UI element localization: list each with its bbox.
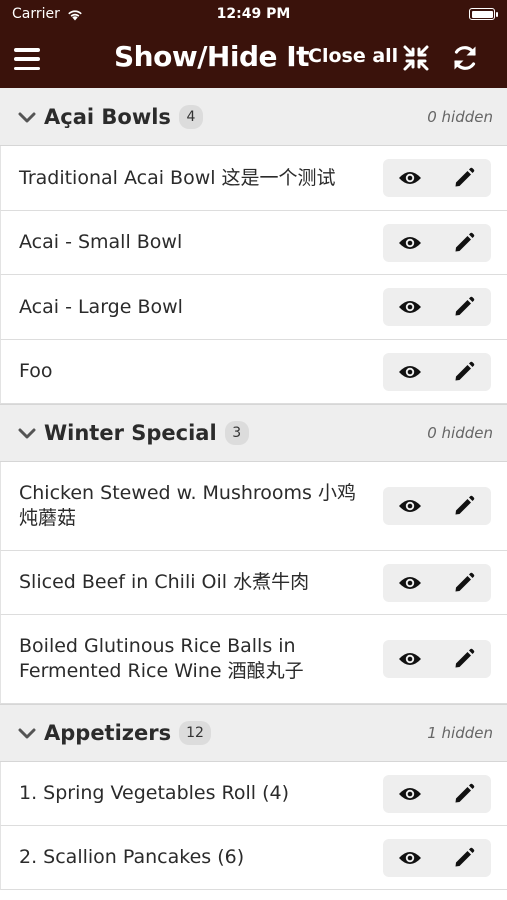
menu-icon[interactable]: [14, 48, 40, 70]
pencil-icon[interactable]: [451, 845, 477, 871]
item-label: Foo: [19, 360, 53, 382]
pencil-icon[interactable]: [451, 646, 477, 672]
status-left: Carrier: [12, 6, 84, 22]
pencil-icon[interactable]: [451, 230, 477, 256]
page-title: Show/Hide It: [114, 40, 310, 73]
count-badge: 4: [178, 104, 203, 129]
eye-icon[interactable]: [397, 165, 423, 191]
hidden-count: 0 hidden: [427, 107, 493, 126]
list-item: Acai - Large Bowl: [0, 275, 507, 340]
item-label: 1. Spring Vegetables Roll (4): [19, 782, 290, 804]
item-actions: [383, 640, 491, 678]
item-label: Acai - Small Bowl: [19, 231, 183, 253]
eye-icon[interactable]: [397, 781, 423, 807]
section-title: Winter Special: [44, 421, 217, 445]
item-actions: [383, 159, 491, 197]
item-label: Acai - Large Bowl: [19, 295, 183, 318]
count-badge: 3: [224, 421, 249, 445]
list-item: Boiled Glutinous Rice Balls in Fermented…: [0, 615, 507, 704]
eye-icon[interactable]: [397, 646, 423, 672]
section-header-appetizers[interactable]: Appetizers 12 1 hidden: [0, 704, 507, 762]
carrier-label: Carrier: [12, 6, 60, 22]
close-all-button[interactable]: Close all: [308, 45, 398, 67]
item-actions: [383, 838, 491, 877]
item-label: Boiled Glutinous Rice Balls in Fermented…: [19, 635, 304, 682]
section-title: Appetizers: [44, 721, 172, 745]
item-actions: [383, 487, 491, 525]
nav-bar: Show/Hide It Close all: [0, 28, 507, 88]
eye-icon[interactable]: [397, 570, 423, 596]
item-actions: [383, 352, 491, 391]
item-actions: [383, 774, 491, 813]
refresh-icon[interactable]: [450, 43, 480, 73]
collapse-arrows-icon[interactable]: [402, 44, 430, 72]
pencil-icon[interactable]: [451, 359, 477, 385]
item-actions: [383, 563, 491, 602]
list-item: 2. Scallion Pancakes (6): [0, 826, 507, 890]
menu-list[interactable]: Açai Bowls 4 0 hidden Traditional Acai B…: [0, 88, 507, 900]
item-label: Traditional Acai Bowl 这是一个测试: [19, 166, 336, 189]
eye-icon[interactable]: [397, 359, 423, 385]
pencil-icon[interactable]: [451, 294, 477, 320]
battery-icon: [469, 8, 498, 20]
chevron-down-icon: [18, 728, 36, 739]
list-item: Foo: [0, 340, 507, 404]
status-time: 12:49 PM: [216, 6, 291, 22]
list-item: Acai - Small Bowl: [0, 211, 507, 275]
item-actions: [383, 223, 491, 262]
item-actions: [383, 288, 491, 326]
pencil-icon[interactable]: [451, 570, 477, 596]
count-badge: 12: [179, 721, 211, 745]
item-label: Sliced Beef in Chili Oil 水煮牛肉: [19, 571, 310, 593]
status-bar: Carrier 12:49 PM: [0, 0, 507, 28]
eye-icon[interactable]: [397, 294, 423, 320]
pencil-icon[interactable]: [451, 165, 477, 191]
chevron-down-icon: [18, 428, 36, 439]
eye-icon[interactable]: [397, 493, 423, 519]
pencil-icon[interactable]: [451, 493, 477, 519]
list-item: 1. Spring Vegetables Roll (4): [0, 762, 507, 826]
hidden-count: 0 hidden: [427, 424, 493, 442]
section-header-winter-special[interactable]: Winter Special 3 0 hidden: [0, 404, 507, 462]
list-item: Chicken Stewed w. Mushrooms 小鸡炖蘑菇: [0, 462, 507, 551]
section-header-acai-bowls[interactable]: Açai Bowls 4 0 hidden: [0, 88, 507, 146]
list-item: Traditional Acai Bowl 这是一个测试: [0, 146, 507, 211]
item-label: Chicken Stewed w. Mushrooms 小鸡炖蘑菇: [19, 482, 356, 529]
item-label: 2. Scallion Pancakes (6): [19, 846, 245, 868]
eye-icon[interactable]: [397, 845, 423, 871]
list-item: Sliced Beef in Chili Oil 水煮牛肉: [0, 551, 507, 615]
hidden-count: 1 hidden: [427, 724, 493, 742]
section-title: Açai Bowls: [44, 104, 171, 129]
pencil-icon[interactable]: [451, 781, 477, 807]
eye-icon[interactable]: [397, 230, 423, 256]
wifi-icon: [68, 9, 82, 20]
chevron-down-icon: [18, 112, 36, 122]
